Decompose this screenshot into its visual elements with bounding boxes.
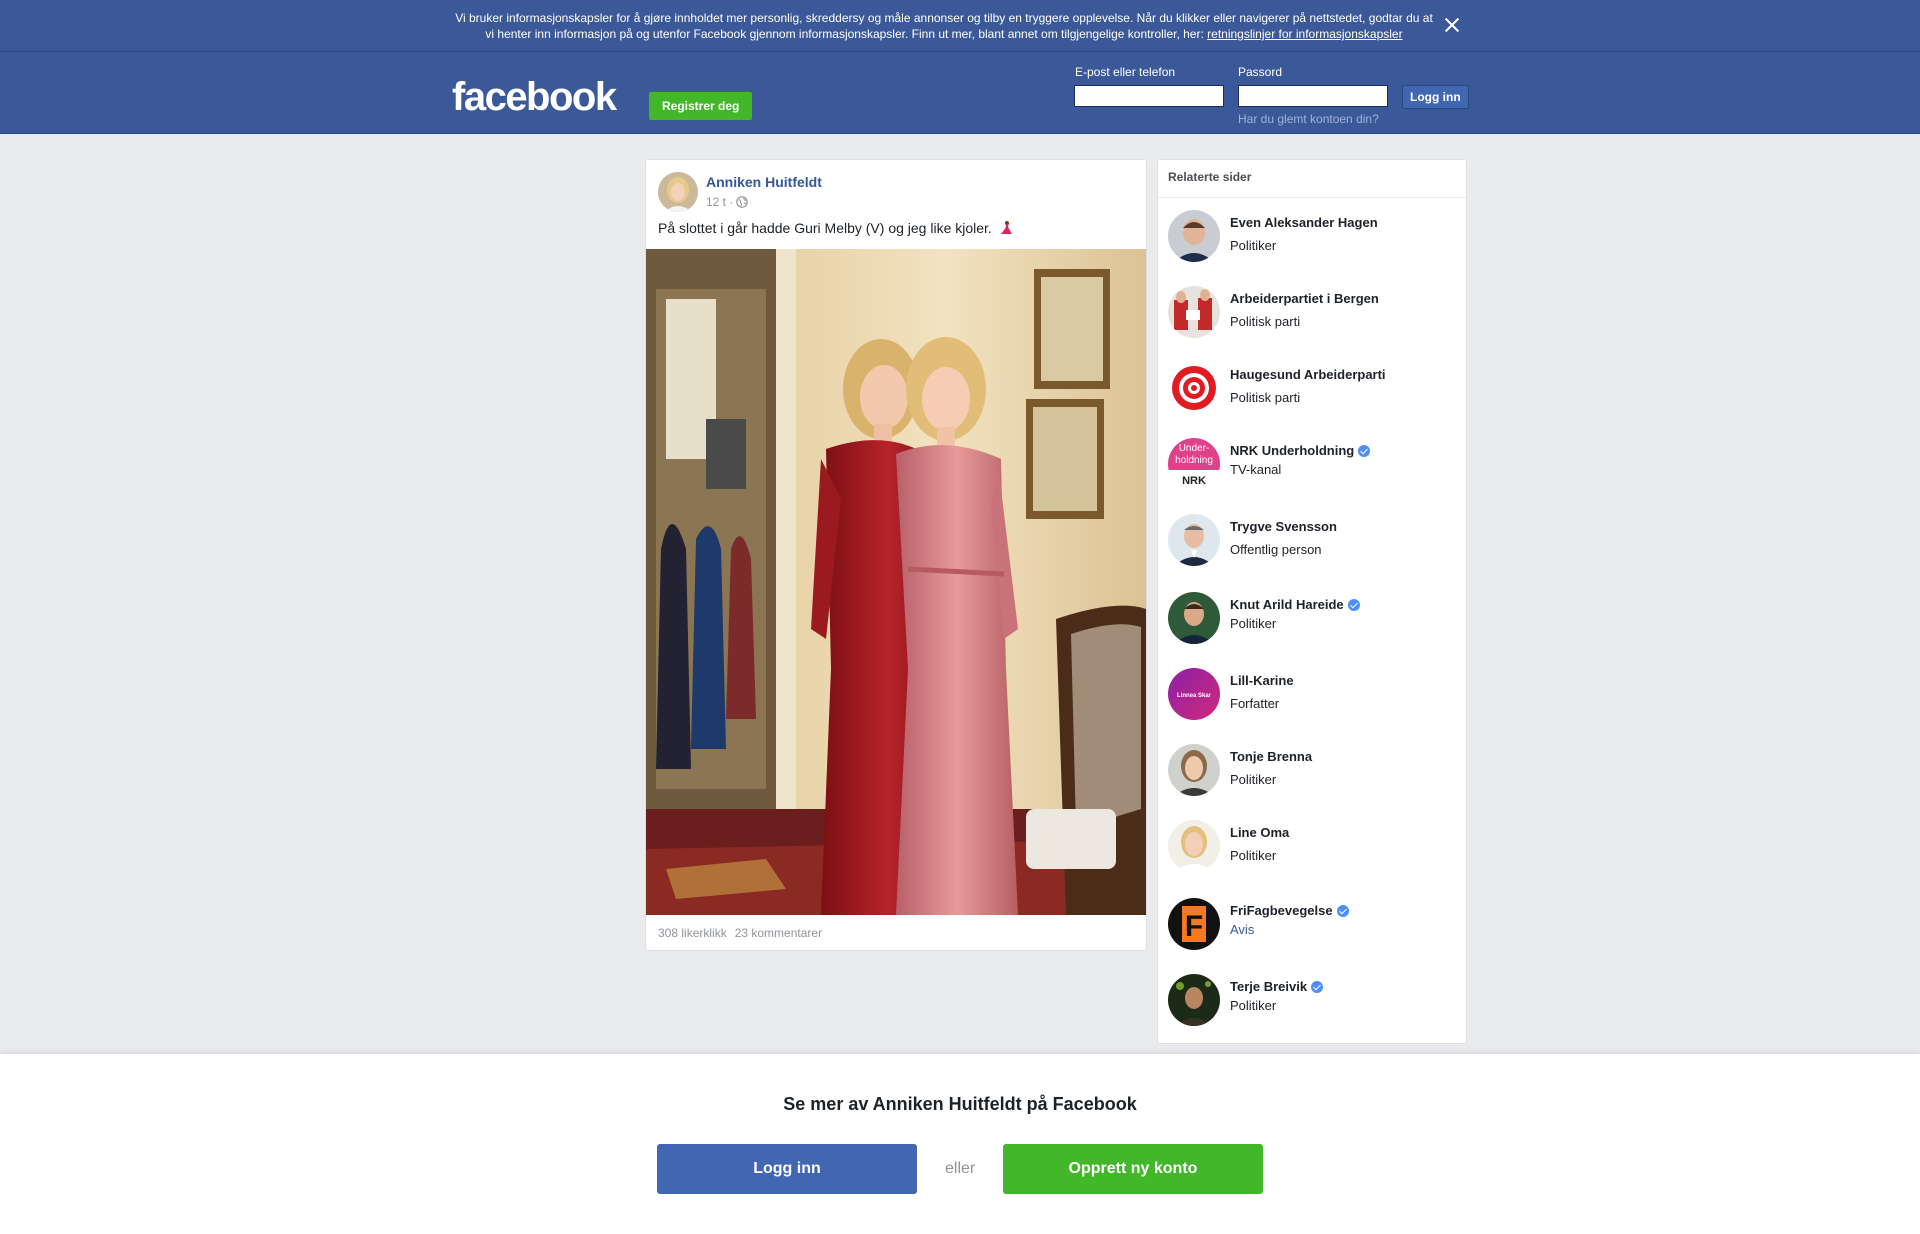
- related-page-name[interactable]: Terje Breivik: [1230, 979, 1324, 994]
- comments-count[interactable]: 23 kommentarer: [735, 926, 822, 940]
- prompt-login-button[interactable]: Logg inn: [657, 1144, 917, 1194]
- related-page-name-text[interactable]: Even Aleksander Hagen: [1230, 215, 1378, 230]
- related-page-category: Forfatter: [1230, 696, 1280, 711]
- facebook-logo[interactable]: facebook: [452, 77, 617, 117]
- related-page-name-text[interactable]: NRK Underholdning: [1230, 443, 1354, 458]
- nrk-logo-line-2: holdning: [1175, 455, 1213, 466]
- register-button[interactable]: Registrer deg: [649, 92, 753, 120]
- related-page-item[interactable]: Knut Arild Hareide Politiker: [1168, 592, 1458, 652]
- related-page-name-text[interactable]: Tonje Brenna: [1230, 749, 1312, 764]
- post-time[interactable]: 12 t ·: [706, 195, 733, 209]
- related-title: Relaterte sider: [1158, 160, 1466, 198]
- related-pages: Relaterte sider Even Aleksander Hagen Po…: [1157, 159, 1467, 1044]
- related-page-item[interactable]: Linnea Skar Lill-Karine Forfatter: [1168, 668, 1458, 728]
- related-page-name[interactable]: Haugesund Arbeiderparti: [1230, 367, 1386, 382]
- password-label: Passord: [1238, 65, 1283, 79]
- avatar[interactable]: Linnea Skar: [1168, 668, 1220, 720]
- forgot-account-link[interactable]: Har du glemt kontoen din?: [1238, 112, 1379, 126]
- lill-karine-logo-text: Linnea Skar: [1177, 693, 1212, 699]
- related-page-item[interactable]: Arbeiderpartiet i Bergen Politisk parti: [1168, 286, 1458, 346]
- avatar[interactable]: [1168, 362, 1220, 414]
- related-page-name[interactable]: Tonje Brenna: [1230, 749, 1312, 764]
- related-page-name-text[interactable]: FriFagbevegelse: [1230, 903, 1333, 918]
- avatar[interactable]: [1168, 744, 1220, 796]
- avatar[interactable]: F: [1168, 898, 1220, 950]
- globe-icon: [736, 196, 749, 208]
- prompt-title: Se mer av Anniken Huitfeldt på Facebook: [783, 1094, 1137, 1114]
- related-page-name[interactable]: Trygve Svensson: [1230, 519, 1337, 534]
- post-card: Anniken Huitfeldt 12 t · På slottet i gå…: [645, 159, 1147, 951]
- related-page-item[interactable]: Line Oma Politiker: [1168, 820, 1458, 880]
- avatar[interactable]: [1168, 286, 1220, 338]
- related-page-item[interactable]: Tonje Brenna Politiker: [1168, 744, 1458, 804]
- cookie-policy-link[interactable]: retningslinjer for informasjonskapsler: [1207, 27, 1402, 41]
- related-page-category: Politiker: [1230, 998, 1277, 1013]
- related-page-item[interactable]: Haugesund Arbeiderparti Politisk parti: [1168, 362, 1458, 422]
- email-label: E-post eller telefon: [1075, 65, 1176, 79]
- related-page-category: Politisk parti: [1230, 390, 1301, 405]
- dancer-emoji: [1000, 221, 1012, 234]
- related-page-name-text[interactable]: Lill-Karine: [1230, 673, 1294, 688]
- related-page-category: TV-kanal: [1230, 462, 1282, 477]
- related-page-name-text[interactable]: Arbeiderpartiet i Bergen: [1230, 291, 1379, 306]
- related-page-item[interactable]: Even Aleksander Hagen Politiker: [1168, 210, 1458, 270]
- post-text: På slottet i går hadde Guri Melby (V) og…: [658, 220, 1014, 236]
- related-page-name[interactable]: Lill-Karine: [1230, 673, 1294, 688]
- or-label: eller: [945, 1160, 976, 1177]
- related-page-category: Politiker: [1230, 848, 1277, 863]
- post-stats: 308 likerklikk 23 kommentarer: [658, 926, 830, 940]
- frifagbevegelse-logo-letter: F: [1185, 910, 1203, 943]
- top-bar: facebook Registrer deg E-post eller tele…: [0, 52, 1920, 134]
- avatar[interactable]: [658, 172, 698, 212]
- post-body: På slottet i går hadde Guri Melby (V) og…: [658, 220, 992, 236]
- related-page-category[interactable]: Avis: [1230, 922, 1254, 937]
- related-page-item[interactable]: Terje Breivik Politiker: [1168, 974, 1458, 1034]
- related-page-name-text[interactable]: Terje Breivik: [1230, 979, 1307, 994]
- avatar[interactable]: [1168, 210, 1220, 262]
- avatar[interactable]: [1168, 974, 1220, 1026]
- related-page-name-text[interactable]: Knut Arild Hareide: [1230, 597, 1344, 612]
- cookie-text: Vi bruker informasjonskapsler for å gjør…: [452, 10, 1436, 42]
- post-meta: 12 t ·: [706, 195, 749, 209]
- avatar[interactable]: [1168, 820, 1220, 872]
- likes-count[interactable]: 308 likerklikk: [658, 926, 727, 940]
- password-field[interactable]: [1238, 85, 1388, 107]
- login-button[interactable]: Logg inn: [1402, 85, 1469, 109]
- related-page-name[interactable]: FriFagbevegelse: [1230, 903, 1349, 918]
- verified-badge-icon: [1358, 444, 1371, 457]
- related-page-name[interactable]: Line Oma: [1230, 825, 1289, 840]
- related-page-name-text[interactable]: Trygve Svensson: [1230, 519, 1337, 534]
- related-page-name-text[interactable]: Line Oma: [1230, 825, 1289, 840]
- related-page-name[interactable]: Knut Arild Hareide: [1230, 597, 1360, 612]
- related-page-item[interactable]: Under-holdning NRK NRK Underholdning TV-k…: [1168, 438, 1458, 498]
- verified-badge-icon: [1336, 904, 1349, 917]
- verified-badge-icon: [1347, 598, 1360, 611]
- related-page-name-text[interactable]: Haugesund Arbeiderparti: [1230, 367, 1386, 382]
- avatar[interactable]: [1168, 514, 1220, 566]
- related-page-category: Politisk parti: [1230, 314, 1301, 329]
- nrk-logo-wordmark: NRK: [1182, 475, 1206, 487]
- post-author[interactable]: Anniken Huitfeldt: [706, 174, 822, 190]
- nrk-logo-line-1: Under-: [1179, 443, 1210, 454]
- related-page-item[interactable]: F FriFagbevegelse Avis: [1168, 898, 1458, 958]
- email-field[interactable]: [1074, 85, 1224, 107]
- avatar[interactable]: Under-holdning NRK: [1168, 438, 1220, 490]
- related-page-name[interactable]: NRK Underholdning: [1230, 443, 1371, 458]
- avatar[interactable]: [1168, 592, 1220, 644]
- related-page-item[interactable]: Trygve Svensson Offentlig person: [1168, 514, 1458, 574]
- related-page-name[interactable]: Even Aleksander Hagen: [1230, 215, 1378, 230]
- related-page-category: Offentlig person: [1230, 542, 1322, 557]
- cookie-banner: Vi bruker informasjonskapsler for å gjør…: [0, 0, 1920, 52]
- create-account-button[interactable]: Opprett ny konto: [1003, 1144, 1263, 1194]
- related-page-category: Politiker: [1230, 616, 1277, 631]
- verified-badge-icon: [1311, 980, 1324, 993]
- login-prompt: Se mer av Anniken Huitfeldt på Facebook …: [0, 1054, 1920, 1234]
- post-photo[interactable]: [646, 249, 1146, 915]
- related-page-category: Politiker: [1230, 238, 1277, 253]
- close-icon[interactable]: [1442, 15, 1462, 35]
- related-page-name[interactable]: Arbeiderpartiet i Bergen: [1230, 291, 1379, 306]
- related-page-category: Politiker: [1230, 772, 1277, 787]
